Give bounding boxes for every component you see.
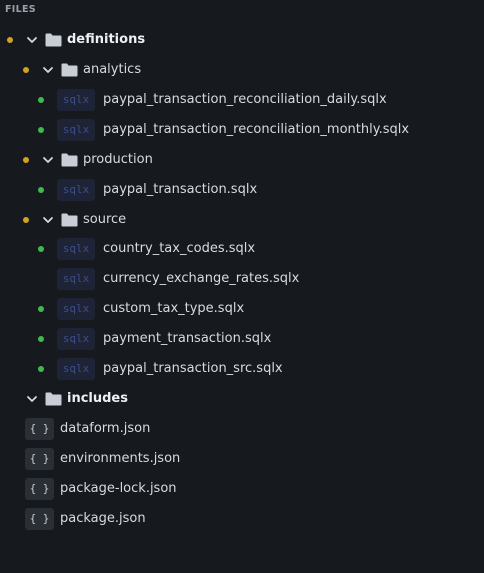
chevron-down-icon[interactable] <box>41 153 55 167</box>
json-file-icon: { } <box>25 508 54 530</box>
folder-icon <box>61 213 78 227</box>
modified-indicator <box>23 67 29 73</box>
file-name: paypal_transaction_reconciliation_monthl… <box>103 122 410 137</box>
file-name: paypal_transaction.sqlx <box>103 182 258 197</box>
sqlx-file-icon: sqlx <box>57 268 95 290</box>
file-item[interactable]: sqlx paypal_transaction_reconciliation_d… <box>0 85 484 115</box>
file-name: environments.json <box>60 451 181 466</box>
file-item[interactable]: { } dataform.json <box>0 414 484 444</box>
file-name: payment_transaction.sqlx <box>103 331 272 346</box>
file-item[interactable]: sqlx custom_tax_type.sqlx <box>0 294 484 324</box>
chevron-down-icon[interactable] <box>41 213 55 227</box>
file-name: paypal_transaction_reconciliation_daily.… <box>103 92 387 107</box>
file-name: package-lock.json <box>60 481 177 496</box>
added-indicator <box>38 246 44 252</box>
folder-analytics[interactable]: analytics <box>0 55 484 85</box>
json-file-icon: { } <box>25 418 54 440</box>
file-name: currency_exchange_rates.sqlx <box>103 271 300 286</box>
added-indicator <box>38 127 44 133</box>
folder-icon <box>45 33 62 47</box>
sqlx-file-icon: sqlx <box>57 298 95 320</box>
file-item[interactable]: { } environments.json <box>0 444 484 474</box>
folder-label: includes <box>67 391 128 406</box>
file-name: package.json <box>60 511 146 526</box>
folder-source[interactable]: source <box>0 205 484 235</box>
folder-icon <box>45 392 62 406</box>
file-item[interactable]: sqlx country_tax_codes.sqlx <box>0 234 484 264</box>
added-indicator <box>38 366 44 372</box>
file-item[interactable]: sqlx currency_exchange_rates.sqlx <box>0 264 484 294</box>
modified-indicator <box>7 37 13 43</box>
sqlx-file-icon: sqlx <box>57 179 95 201</box>
file-item[interactable]: sqlx paypal_transaction.sqlx <box>0 175 484 205</box>
added-indicator <box>38 336 44 342</box>
folder-label: source <box>83 212 127 227</box>
folder-icon <box>61 63 78 77</box>
folder-definitions[interactable]: definitions <box>0 25 484 55</box>
file-name: paypal_transaction_src.sqlx <box>103 361 283 376</box>
sqlx-file-icon: sqlx <box>57 238 95 260</box>
folder-icon <box>61 153 78 167</box>
json-file-icon: { } <box>25 448 54 470</box>
file-name: country_tax_codes.sqlx <box>103 241 256 256</box>
added-indicator <box>38 306 44 312</box>
file-item[interactable]: { } package.json <box>0 504 484 534</box>
folder-includes[interactable]: includes <box>0 384 484 414</box>
file-item[interactable]: sqlx paypal_transaction_reconciliation_m… <box>0 115 484 145</box>
file-name: dataform.json <box>60 421 151 436</box>
added-indicator <box>38 187 44 193</box>
folder-label: analytics <box>83 62 142 77</box>
folder-production[interactable]: production <box>0 145 484 175</box>
json-file-icon: { } <box>25 478 54 500</box>
chevron-down-icon[interactable] <box>25 392 39 406</box>
modified-indicator <box>23 157 29 163</box>
chevron-down-icon[interactable] <box>41 63 55 77</box>
modified-indicator <box>23 217 29 223</box>
sqlx-file-icon: sqlx <box>57 358 95 380</box>
folder-label: definitions <box>67 32 146 47</box>
file-name: custom_tax_type.sqlx <box>103 301 245 316</box>
sqlx-file-icon: sqlx <box>57 119 95 141</box>
sqlx-file-icon: sqlx <box>57 89 95 111</box>
sqlx-file-icon: sqlx <box>57 328 95 350</box>
added-indicator <box>38 97 44 103</box>
file-item[interactable]: { } package-lock.json <box>0 474 484 504</box>
file-explorer-panel: FILES definitions analytics sqlx paypal_… <box>0 0 484 573</box>
file-item[interactable]: sqlx payment_transaction.sqlx <box>0 324 484 354</box>
chevron-down-icon[interactable] <box>25 33 39 47</box>
files-header: FILES <box>5 4 36 15</box>
file-item[interactable]: sqlx paypal_transaction_src.sqlx <box>0 354 484 384</box>
folder-label: production <box>83 152 153 167</box>
